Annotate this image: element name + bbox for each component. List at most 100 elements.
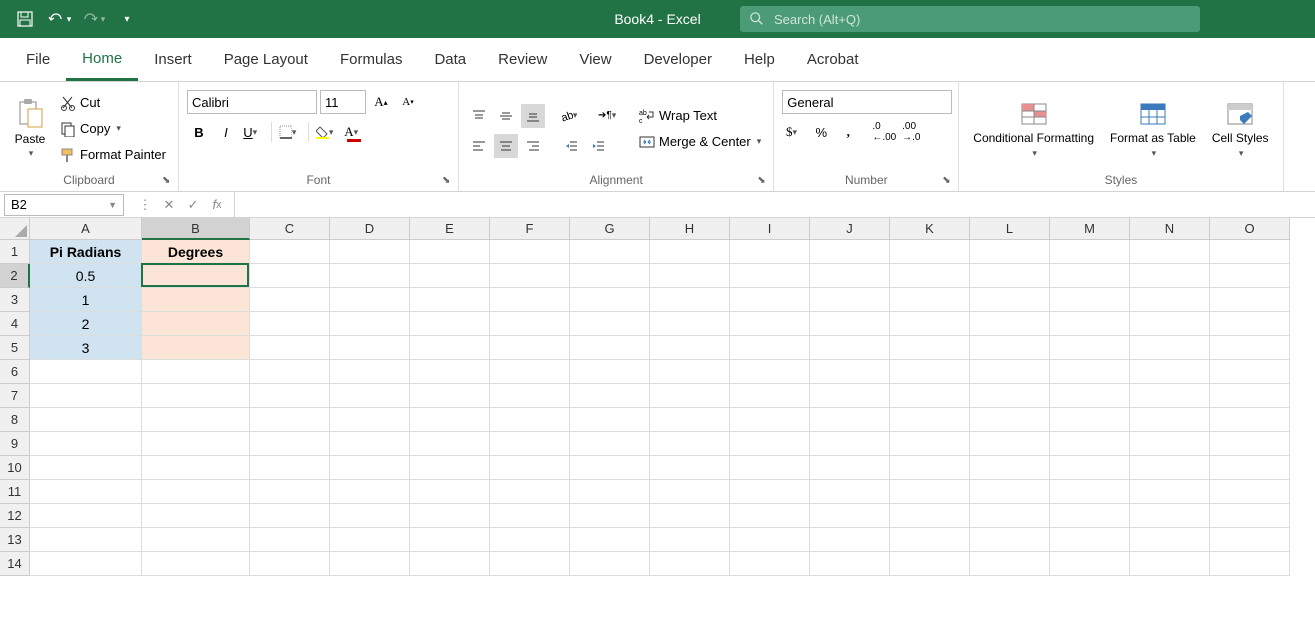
cell-D13[interactable] [330, 528, 410, 552]
row-header-2[interactable]: 2 [0, 264, 30, 288]
cell-G3[interactable] [570, 288, 650, 312]
cell-H14[interactable] [650, 552, 730, 576]
cell-N1[interactable] [1130, 240, 1210, 264]
cell-A10[interactable] [30, 456, 142, 480]
cell-N13[interactable] [1130, 528, 1210, 552]
tab-data[interactable]: Data [418, 40, 482, 79]
cell-D10[interactable] [330, 456, 410, 480]
enter-formula-button[interactable]: ✓ [182, 194, 204, 216]
cell-N6[interactable] [1130, 360, 1210, 384]
row-header-5[interactable]: 5 [0, 336, 30, 360]
cell-L2[interactable] [970, 264, 1050, 288]
cell-H1[interactable] [650, 240, 730, 264]
cell-I12[interactable] [730, 504, 810, 528]
cell-H11[interactable] [650, 480, 730, 504]
cell-O11[interactable] [1210, 480, 1290, 504]
cell-G5[interactable] [570, 336, 650, 360]
cell-A5[interactable]: 3 [30, 336, 142, 360]
cell-I2[interactable] [730, 264, 810, 288]
cell-K2[interactable] [890, 264, 970, 288]
cell-G14[interactable] [570, 552, 650, 576]
cell-M2[interactable] [1050, 264, 1130, 288]
align-middle-button[interactable] [494, 104, 518, 128]
cell-H4[interactable] [650, 312, 730, 336]
cell-B4[interactable] [142, 312, 250, 336]
cell-D8[interactable] [330, 408, 410, 432]
tab-review[interactable]: Review [482, 40, 563, 79]
italic-button[interactable]: I [214, 120, 238, 144]
cell-F1[interactable] [490, 240, 570, 264]
cell-N3[interactable] [1130, 288, 1210, 312]
cell-F4[interactable] [490, 312, 570, 336]
cell-C7[interactable] [250, 384, 330, 408]
cell-O5[interactable] [1210, 336, 1290, 360]
align-left-button[interactable] [467, 134, 491, 158]
cell-D12[interactable] [330, 504, 410, 528]
copy-button[interactable]: Copy▾ [56, 117, 170, 141]
row-header-9[interactable]: 9 [0, 432, 30, 456]
column-header-J[interactable]: J [810, 218, 890, 240]
cell-A2[interactable]: 0.5 [30, 264, 142, 288]
cell-F6[interactable] [490, 360, 570, 384]
borders-button[interactable]: ▾ [278, 120, 302, 144]
cell-C9[interactable] [250, 432, 330, 456]
cell-N9[interactable] [1130, 432, 1210, 456]
cell-K1[interactable] [890, 240, 970, 264]
cell-H6[interactable] [650, 360, 730, 384]
row-header-7[interactable]: 7 [0, 384, 30, 408]
cell-K9[interactable] [890, 432, 970, 456]
customize-qat-button[interactable]: ▾ [114, 6, 140, 32]
cell-C2[interactable] [250, 264, 330, 288]
redo-button[interactable]: ▾ [80, 6, 106, 32]
cell-A12[interactable] [30, 504, 142, 528]
cell-B3[interactable] [142, 288, 250, 312]
cell-O10[interactable] [1210, 456, 1290, 480]
cell-E5[interactable] [410, 336, 490, 360]
cell-N4[interactable] [1130, 312, 1210, 336]
cell-G4[interactable] [570, 312, 650, 336]
row-header-4[interactable]: 4 [0, 312, 30, 336]
cell-D9[interactable] [330, 432, 410, 456]
row-header-1[interactable]: 1 [0, 240, 30, 264]
cell-H7[interactable] [650, 384, 730, 408]
column-header-B[interactable]: B [142, 218, 250, 240]
cell-J12[interactable] [810, 504, 890, 528]
row-header-6[interactable]: 6 [0, 360, 30, 384]
cell-O2[interactable] [1210, 264, 1290, 288]
cell-F2[interactable] [490, 264, 570, 288]
cell-M10[interactable] [1050, 456, 1130, 480]
cell-H2[interactable] [650, 264, 730, 288]
cell-I14[interactable] [730, 552, 810, 576]
cell-N12[interactable] [1130, 504, 1210, 528]
cell-A3[interactable]: 1 [30, 288, 142, 312]
cell-I3[interactable] [730, 288, 810, 312]
cell-K14[interactable] [890, 552, 970, 576]
cut-button[interactable]: Cut [56, 91, 170, 115]
cell-E12[interactable] [410, 504, 490, 528]
increase-decimal-button[interactable]: .0←.00 [872, 120, 896, 144]
cell-H8[interactable] [650, 408, 730, 432]
cell-E13[interactable] [410, 528, 490, 552]
cell-G9[interactable] [570, 432, 650, 456]
cell-F10[interactable] [490, 456, 570, 480]
row-header-11[interactable]: 11 [0, 480, 30, 504]
cell-B2[interactable] [142, 264, 250, 288]
cell-E11[interactable] [410, 480, 490, 504]
tab-help[interactable]: Help [728, 40, 791, 79]
cell-A7[interactable] [30, 384, 142, 408]
cell-E8[interactable] [410, 408, 490, 432]
cell-C5[interactable] [250, 336, 330, 360]
increase-font-button[interactable]: A▴ [369, 90, 393, 114]
cell-styles-button[interactable]: Cell Styles▾ [1206, 86, 1275, 171]
accounting-format-button[interactable]: $▾ [782, 120, 806, 144]
cell-K4[interactable] [890, 312, 970, 336]
cell-J13[interactable] [810, 528, 890, 552]
cell-N7[interactable] [1130, 384, 1210, 408]
cell-I5[interactable] [730, 336, 810, 360]
cell-O1[interactable] [1210, 240, 1290, 264]
cell-F9[interactable] [490, 432, 570, 456]
font-size-combo[interactable] [320, 90, 366, 114]
cell-J7[interactable] [810, 384, 890, 408]
cell-L14[interactable] [970, 552, 1050, 576]
cell-E10[interactable] [410, 456, 490, 480]
